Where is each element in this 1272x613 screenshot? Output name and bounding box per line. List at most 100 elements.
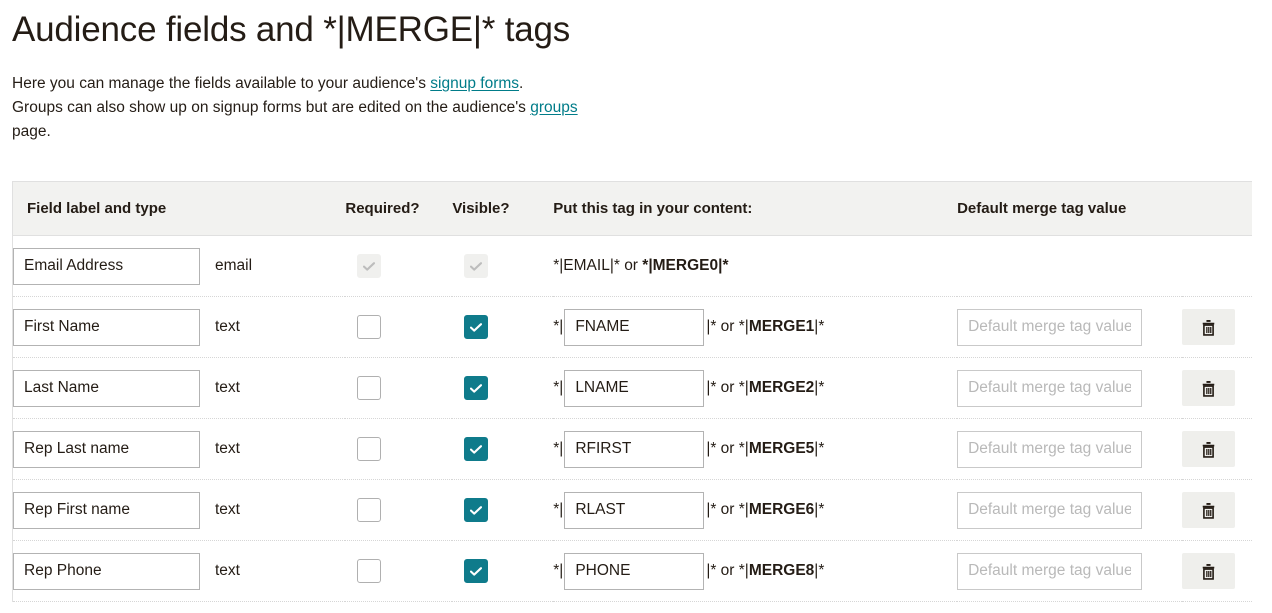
delete-field-button[interactable]: [1182, 370, 1235, 406]
intro-paragraph: Here you can manage the fields available…: [0, 50, 660, 144]
cell-required: [345, 479, 453, 541]
field-type-label: text: [215, 562, 240, 579]
fields-table-wrap: Field label and type Required? Visible? …: [12, 181, 1252, 602]
merge-tag-input[interactable]: [564, 369, 705, 407]
table-head: Field label and type Required? Visible? …: [12, 181, 1252, 236]
delete-field-button[interactable]: [1182, 309, 1235, 345]
default-merge-value-input[interactable]: [957, 430, 1143, 468]
merge-tag-input[interactable]: [564, 430, 705, 468]
cell-required: [345, 235, 453, 297]
col-header-required: Required?: [345, 181, 453, 236]
default-merge-value-input[interactable]: [957, 491, 1143, 529]
intro-line1-post: .: [519, 75, 524, 93]
required-checkbox[interactable]: [357, 376, 382, 400]
groups-link[interactable]: groups: [530, 99, 577, 116]
cell-default-value: [957, 357, 1182, 419]
cell-default-value: [957, 235, 1182, 297]
table-body: email *|EMAIL|* or *|MERGE0|* text *| |* or …: [12, 235, 1252, 602]
table-row: text *| |* or *|MERGE2|*: [12, 357, 1252, 419]
table-row: text *| |* or *|MERGE8|*: [12, 540, 1252, 602]
checkmark-icon: [470, 319, 483, 332]
tag-prefix: *|: [553, 562, 564, 580]
field-label-input[interactable]: [13, 247, 200, 285]
table-row: text *| |* or *|MERGE6|*: [12, 479, 1252, 541]
merge-tag-input[interactable]: [564, 308, 705, 346]
required-checkbox[interactable]: [357, 437, 382, 461]
tag-prefix: *|: [553, 318, 564, 336]
merge-tag-input[interactable]: [564, 552, 705, 590]
trash-icon-svg: [1202, 319, 1215, 336]
cell-required: [345, 418, 453, 480]
cell-default-value: [957, 540, 1182, 602]
cell-actions: [1182, 357, 1252, 419]
tag-suffix: |* or *|MERGE6|*: [706, 501, 825, 519]
cell-field-label: text: [12, 479, 346, 541]
field-type-label: email: [215, 257, 253, 274]
col-header-tag: Put this tag in your content:: [553, 181, 958, 236]
visible-checkbox[interactable]: [464, 315, 489, 339]
delete-field-button[interactable]: [1182, 553, 1235, 589]
tag-prefix: *|: [553, 501, 564, 519]
cell-visible: [452, 479, 554, 541]
fields-table: Field label and type Required? Visible? …: [12, 181, 1252, 602]
required-checkbox[interactable]: [357, 315, 382, 339]
field-label-input[interactable]: [13, 552, 200, 590]
visible-checkbox[interactable]: [464, 376, 489, 400]
trash-icon-svg: [1202, 563, 1215, 580]
field-type-label: text: [215, 318, 240, 335]
cell-default-value: [957, 296, 1182, 358]
cell-actions: [1182, 479, 1252, 541]
visible-checkbox: [464, 254, 489, 278]
tag-prefix: *|: [553, 440, 564, 458]
col-header-default: Default merge tag value: [957, 181, 1182, 236]
trash-icon-svg: [1202, 502, 1215, 519]
cell-default-value: [957, 418, 1182, 480]
required-checkbox: [357, 254, 382, 278]
required-checkbox[interactable]: [357, 498, 382, 522]
tag-suffix: |* or *|MERGE5|*: [706, 440, 825, 458]
checkmark-icon: [470, 502, 483, 515]
cell-actions: [1182, 235, 1252, 297]
visible-checkbox[interactable]: [464, 559, 489, 583]
cell-field-label: email: [12, 235, 346, 297]
table-row: email *|EMAIL|* or *|MERGE0|*: [12, 235, 1252, 297]
field-label-input[interactable]: [13, 308, 200, 346]
fields-page: Audience fields and *|MERGE|* tags Here …: [0, 0, 1272, 613]
tag-suffix: |* or *|MERGE1|*: [706, 318, 825, 336]
visible-checkbox[interactable]: [464, 498, 489, 522]
cell-actions: [1182, 418, 1252, 480]
field-label-input[interactable]: [13, 491, 200, 529]
field-type-label: text: [215, 501, 240, 518]
col-header-field-label: Field label and type: [12, 181, 346, 236]
cell-field-label: text: [12, 357, 346, 419]
field-label-input[interactable]: [13, 430, 200, 468]
cell-actions: [1182, 540, 1252, 602]
cell-merge-tag: *| |* or *|MERGE6|*: [553, 479, 958, 541]
required-checkbox[interactable]: [357, 559, 382, 583]
checkmark-icon: [470, 258, 483, 271]
signup-forms-link[interactable]: signup forms: [430, 75, 519, 92]
trash-icon-svg: [1202, 380, 1215, 397]
intro-line1-pre: Here you can manage the fields available…: [12, 75, 431, 93]
tag-suffix: |* or *|MERGE2|*: [706, 379, 825, 397]
default-merge-value-input[interactable]: [957, 552, 1143, 590]
merge-tag-input[interactable]: [564, 491, 705, 529]
cell-required: [345, 357, 453, 419]
field-label-input[interactable]: [13, 369, 200, 407]
page-title: Audience fields and *|MERGE|* tags: [12, 10, 571, 49]
delete-field-button[interactable]: [1182, 431, 1235, 467]
table-row: text *| |* or *|MERGE5|*: [12, 418, 1252, 480]
cell-visible: [452, 235, 554, 297]
tag-prefix: *|: [553, 379, 564, 397]
tag-suffix: |* or *|MERGE8|*: [706, 562, 825, 580]
default-merge-value-input[interactable]: [957, 308, 1143, 346]
visible-checkbox[interactable]: [464, 437, 489, 461]
table-row: text *| |* or *|MERGE1|*: [12, 296, 1252, 358]
cell-field-label: text: [12, 296, 346, 358]
cell-visible: [452, 418, 554, 480]
default-merge-value-input[interactable]: [957, 369, 1143, 407]
intro-line2-pre: Groups can also show up on signup forms …: [12, 99, 531, 117]
delete-field-button[interactable]: [1182, 492, 1235, 528]
field-type-label: text: [215, 379, 240, 396]
cell-merge-tag: *| |* or *|MERGE2|*: [553, 357, 958, 419]
